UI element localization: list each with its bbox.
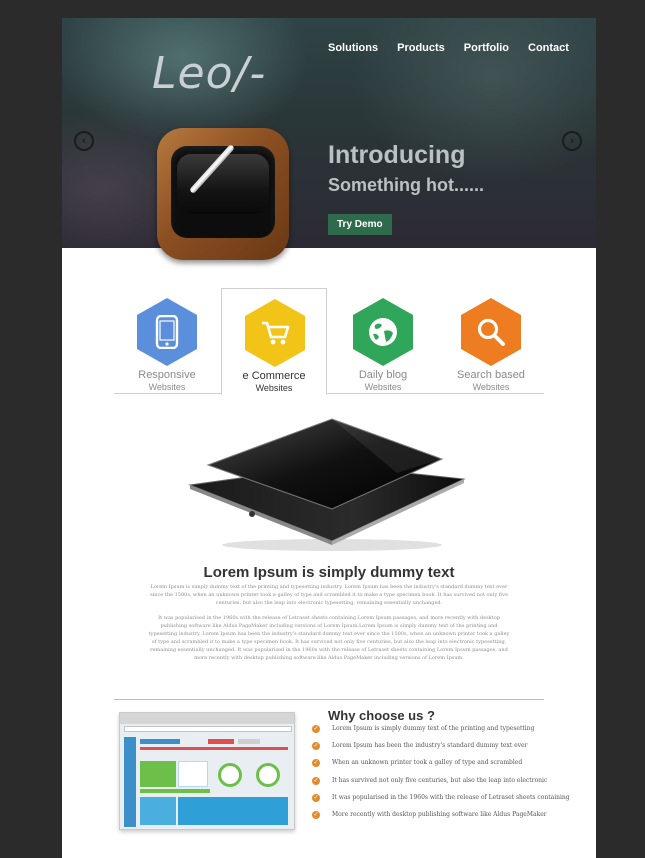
check-circle-icon: ✓ bbox=[312, 759, 320, 768]
hero-subtitle: Something hot...... bbox=[328, 175, 484, 195]
nav-products[interactable]: Products bbox=[397, 42, 445, 54]
site-logo[interactable]: Leo/- bbox=[152, 48, 266, 99]
hero-title: Introducing bbox=[328, 141, 466, 169]
chevron-left-circle-icon[interactable]: ‹ bbox=[74, 131, 94, 151]
main-nav: Solutions Products Portfolio Contact bbox=[328, 42, 588, 54]
chevron-right-circle-icon[interactable]: › bbox=[562, 131, 582, 151]
section-divider bbox=[114, 699, 544, 700]
tablet-image bbox=[188, 418, 466, 551]
why-title: Why choose us ? bbox=[328, 708, 435, 723]
list-item: ✓ Lorem Ipsum has been the industry's sta… bbox=[312, 742, 528, 751]
list-item: ✓ It has survived not only five centuries… bbox=[312, 776, 548, 785]
page: Leo/- Solutions Products Portfolio Conta… bbox=[62, 18, 596, 858]
feature-label: Responsive bbox=[138, 369, 196, 381]
globe-icon bbox=[353, 298, 413, 366]
feature-label: Search based bbox=[457, 369, 525, 381]
feature-sublabel: Websites bbox=[364, 382, 402, 392]
check-circle-icon: ✓ bbox=[312, 742, 320, 751]
list-item: ✓ It was popularised in the 1960s with th… bbox=[312, 793, 570, 802]
section-title: Lorem Ipsum is simply dummy text bbox=[203, 564, 455, 581]
nav-contact[interactable]: Contact bbox=[528, 42, 569, 54]
feature-label: e Commerce bbox=[242, 370, 306, 382]
why-list: ✓ Lorem Ipsum is simply dummy text of the… bbox=[312, 725, 570, 828]
dashboard-screenshot-image bbox=[119, 712, 295, 830]
smartphone-icon bbox=[137, 298, 197, 366]
feature-search-based[interactable]: Search based Websites bbox=[438, 288, 544, 394]
body-paragraph: Lorem Ipsum is simply dummy text of the … bbox=[150, 584, 508, 606]
feature-sublabel: Websites bbox=[148, 382, 186, 392]
feature-sublabel: Websites bbox=[472, 382, 510, 392]
search-icon bbox=[461, 298, 521, 366]
feature-label: Daily blog bbox=[358, 369, 408, 381]
list-item: ✓ Lorem Ipsum is simply dummy text of the… bbox=[312, 725, 535, 733]
feature-tabs: Responsive Websites e Commerce Websites … bbox=[114, 288, 544, 395]
hero-banner: Leo/- Solutions Products Portfolio Conta… bbox=[62, 18, 596, 248]
nav-solutions[interactable]: Solutions bbox=[328, 42, 378, 54]
list-item: ✓ More recently with desktop publishing s… bbox=[312, 810, 547, 819]
body-paragraph: It was popularised in the 1960s with the… bbox=[148, 615, 510, 661]
feature-daily-blog[interactable]: Daily blog Websites bbox=[330, 288, 436, 394]
feature-responsive[interactable]: Responsive Websites bbox=[114, 288, 220, 394]
feature-ecommerce[interactable]: e Commerce Websites bbox=[221, 288, 327, 395]
check-circle-icon: ✓ bbox=[312, 810, 320, 819]
feature-sublabel: Websites bbox=[255, 383, 293, 393]
shopping-cart-icon bbox=[245, 299, 305, 367]
list-item: ✓ When an unknown printer took a galley o… bbox=[312, 759, 523, 768]
check-circle-icon: ✓ bbox=[312, 725, 320, 733]
app-icon-image bbox=[157, 128, 289, 260]
check-circle-icon: ✓ bbox=[312, 776, 320, 785]
try-demo-button[interactable]: Try Demo bbox=[328, 214, 392, 235]
check-circle-icon: ✓ bbox=[312, 793, 320, 802]
nav-portfolio[interactable]: Portfolio bbox=[464, 42, 509, 54]
